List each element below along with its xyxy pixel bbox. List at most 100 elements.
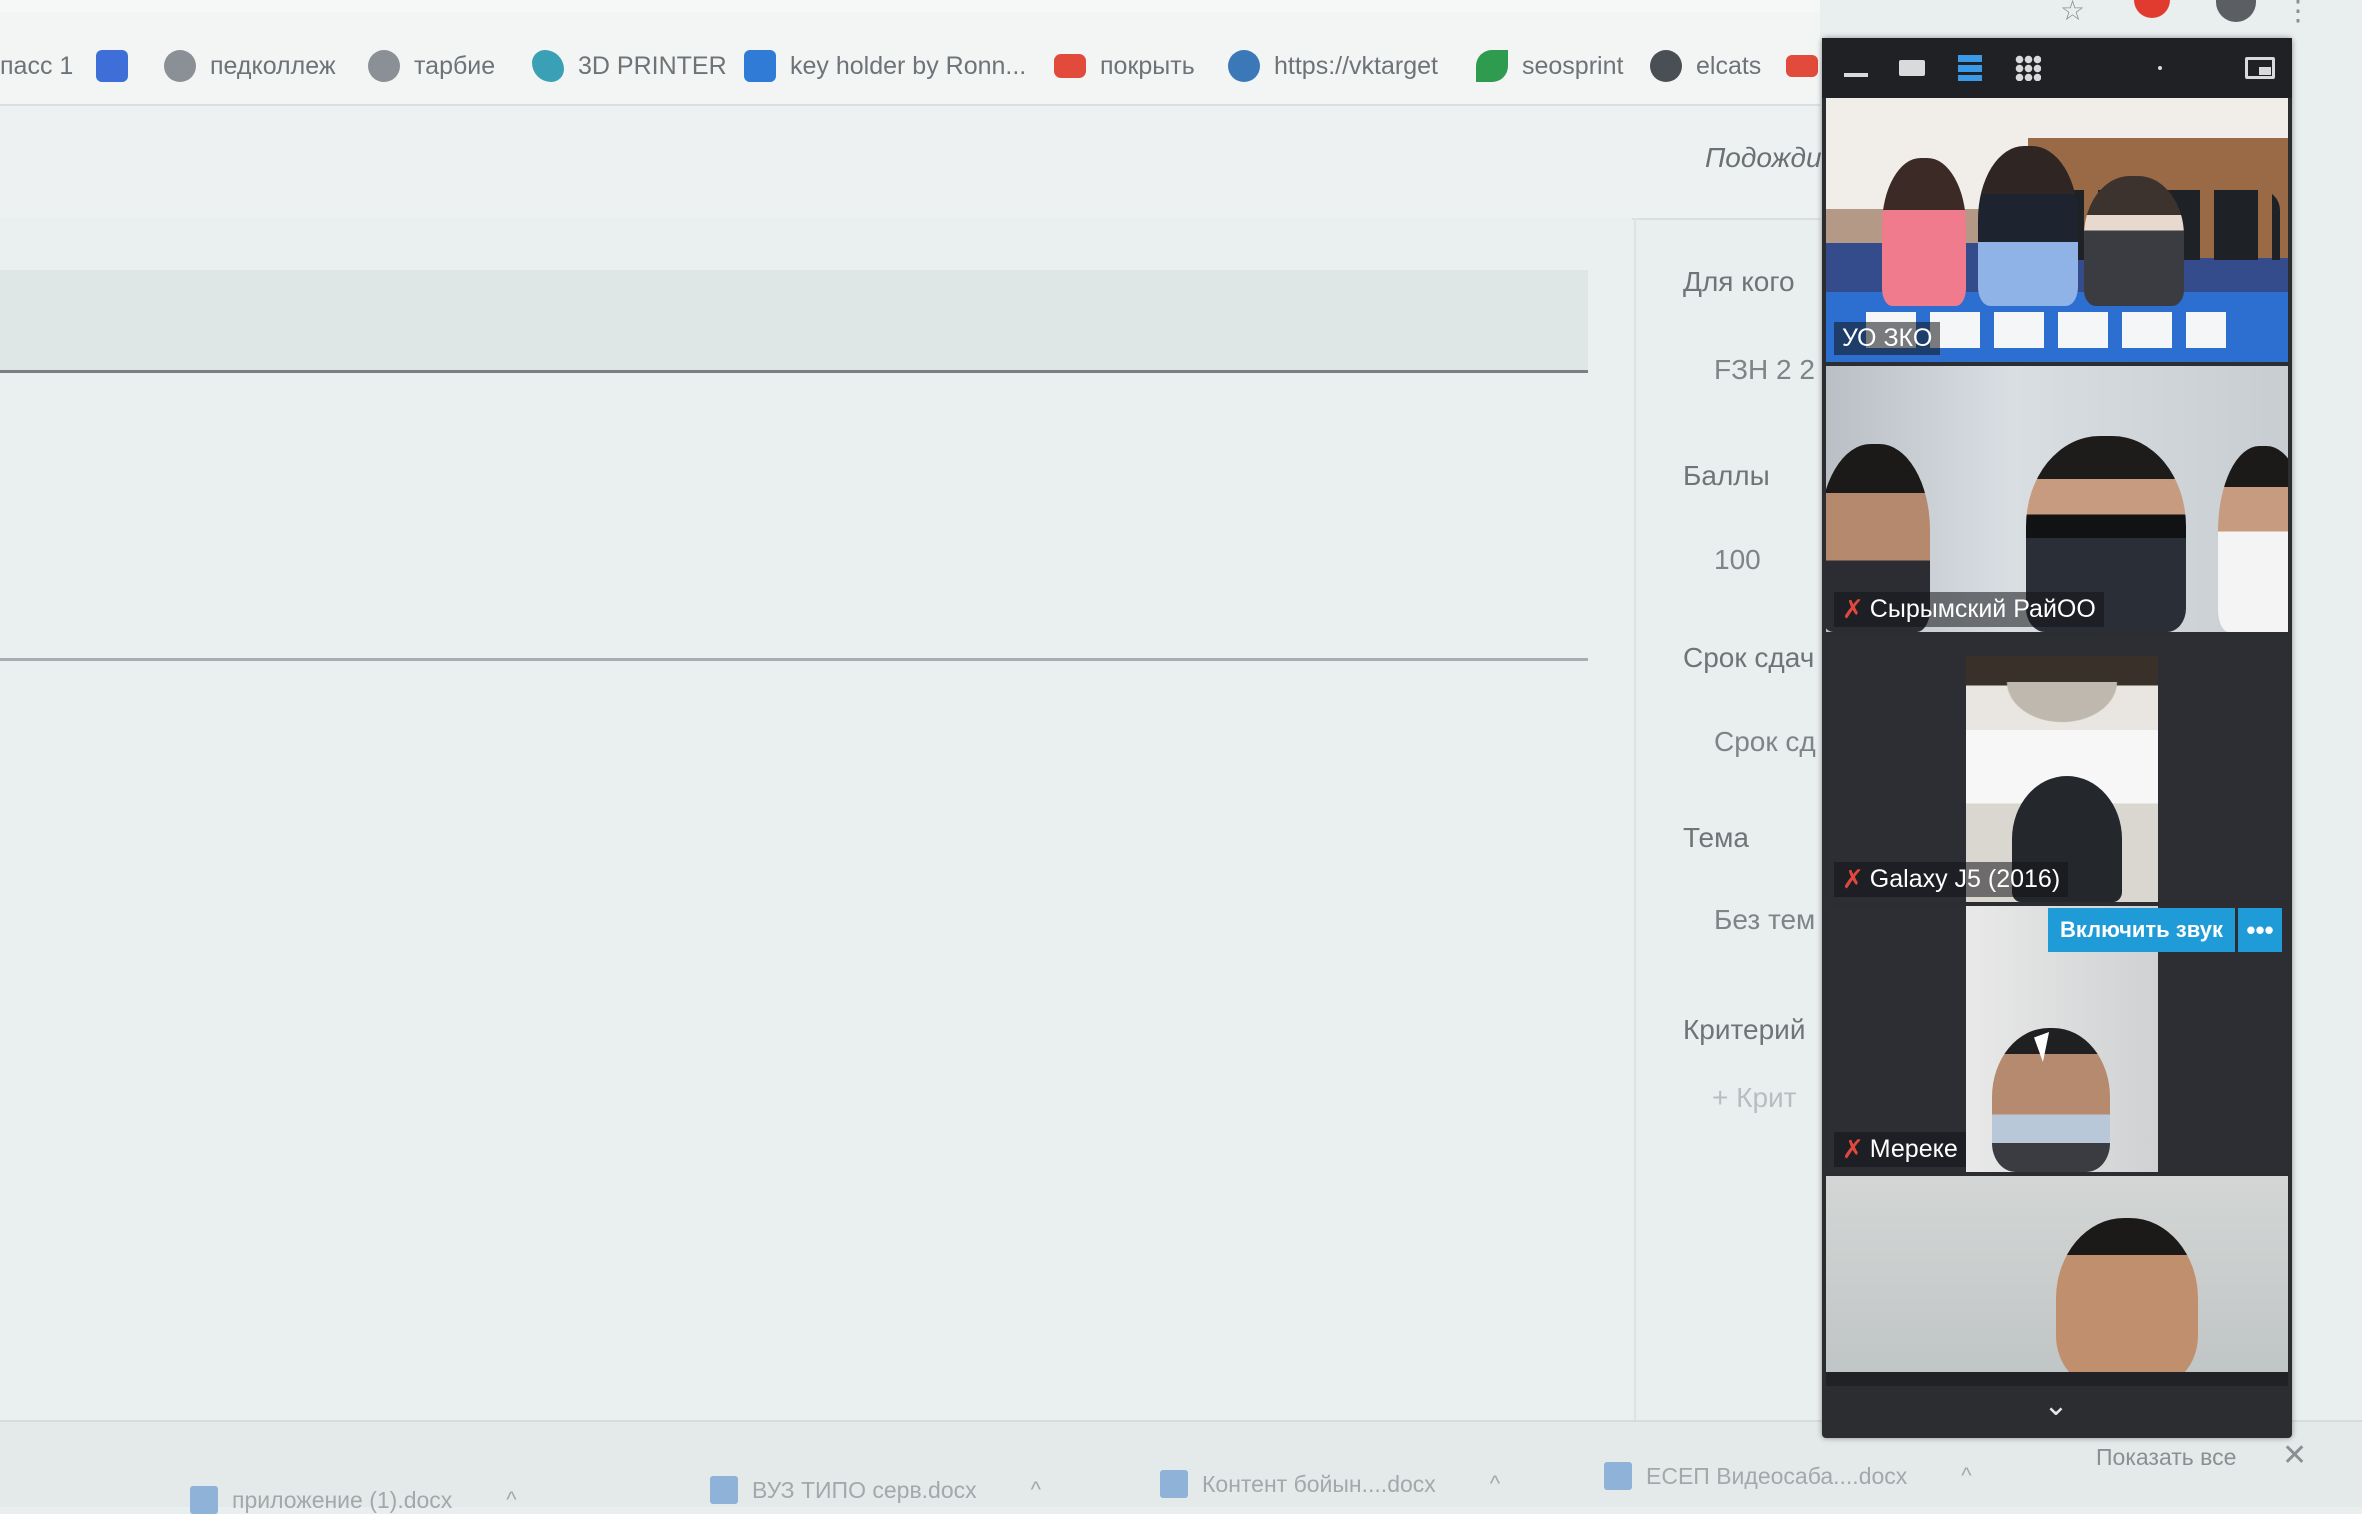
participant-name-label: ✗ Сырымский РайОО [1834, 592, 2104, 627]
points-select[interactable]: 100 [1714, 544, 1761, 576]
mic-muted-icon: ✗ [1842, 1134, 1864, 1164]
bookmark-label: 3D PRINTER [578, 51, 727, 80]
for-whom-select[interactable]: FЗН 2 2 [1714, 354, 1815, 386]
participant-video-tile[interactable]: УО ЗКО [1826, 98, 2288, 362]
minimize-icon[interactable] [1836, 50, 1876, 86]
participant-person [2218, 446, 2288, 632]
due-label: Срок сдач [1683, 642, 1815, 673]
elcats-icon [1650, 50, 1682, 82]
download-item[interactable]: ВУЗ ТИПО серв.docx ^ [710, 1476, 1041, 1504]
bookmark-pedcollege[interactable]: педколлеж [164, 46, 336, 86]
browser-top-strip [0, 0, 1820, 12]
window-curtain [1966, 682, 2158, 752]
download-filename: ЕСЕП Видеосаба....docx [1646, 1462, 1908, 1489]
assignment-editor [0, 218, 1632, 1468]
bookmark-tarbie[interactable]: тарбие [368, 46, 495, 86]
due-select[interactable]: Срок сд [1714, 726, 1816, 758]
bookmark-label: тарбие [414, 51, 496, 80]
bookmark-youtube[interactable] [1786, 46, 1818, 86]
bookmark-label: пасс 1 [0, 51, 74, 80]
word-file-icon [1604, 1462, 1632, 1490]
save-status-text: Подожди [1705, 142, 1822, 173]
tile-list-footer [1826, 1372, 2288, 1386]
assignment-title-input[interactable] [0, 270, 1588, 373]
bookmark-class[interactable]: пасс 1 [0, 46, 73, 86]
participant-name: Сырымский РайОО [1869, 595, 2096, 623]
participant-person [1882, 158, 1966, 306]
participant-name-label: ✗ Мереке [1834, 1132, 1966, 1167]
word-file-icon [190, 1486, 218, 1514]
grid-view-icon[interactable] [2008, 50, 2048, 86]
chevron-up-icon[interactable]: ^ [1031, 1477, 1041, 1503]
youtube-icon [1054, 54, 1086, 78]
participant-name: Galaxy J5 (2016) [1869, 865, 2061, 893]
participant-name-label: УО ЗКО [1834, 322, 1941, 355]
bookmark-label: elcats [1696, 51, 1762, 80]
participant-name: УО ЗКО [1842, 324, 1933, 352]
word-file-icon [1160, 1470, 1188, 1498]
download-filename: Контент бойын....docx [1202, 1470, 1436, 1497]
participant-video-tile[interactable]: ✗ Galaxy J5 (2016) [1826, 636, 2288, 902]
download-item[interactable]: приложение (1).docx ^ [190, 1486, 517, 1514]
unmute-button[interactable]: Включить звук [2048, 908, 2235, 952]
bookmark-pokryt[interactable]: покрыть [1054, 46, 1195, 86]
bookmark-seosprint[interactable]: seosprint [1476, 46, 1623, 86]
chevron-up-icon[interactable]: ^ [1490, 1471, 1500, 1497]
bookmark-label: seosprint [1522, 51, 1624, 80]
bookmark-docs[interactable] [96, 46, 128, 86]
assignment-header [0, 106, 1820, 220]
close-downloads-icon[interactable]: ✕ [2282, 1438, 2307, 1473]
pane-divider [1634, 218, 1636, 1468]
bookmark-vktarget[interactable]: https://vktarget [1228, 46, 1438, 86]
topic-label: Тема [1683, 822, 1749, 853]
criteria-label: Критерий [1683, 1014, 1806, 1045]
download-item[interactable]: ЕСЕП Видеосаба....docx ^ [1604, 1462, 1972, 1490]
mic-muted-icon: ✗ [1842, 864, 1864, 894]
participant-name-label: ✗ Galaxy J5 (2016) [1834, 862, 2069, 897]
extension-icon[interactable] [2134, 0, 2170, 18]
for-whom-label: Для кого [1683, 266, 1795, 297]
browser-menu-icon[interactable]: ⋮ [2284, 0, 2312, 26]
bookmark-label: https://vktarget [1274, 51, 1438, 80]
mic-muted-icon: ✗ [1842, 594, 1864, 624]
participant-video-tile[interactable]: ✗ Сырымский РайОО [1826, 366, 2288, 632]
word-file-icon [710, 1476, 738, 1504]
participant-name: Мереке [1869, 1135, 1958, 1163]
thingiverse-icon [744, 50, 776, 82]
list-view-icon[interactable] [1950, 50, 1990, 86]
participant-video-tile[interactable] [1826, 1176, 2288, 1386]
bookmark-label: покрыть [1100, 51, 1195, 80]
participant-person [2084, 176, 2184, 306]
bird-icon [532, 50, 564, 82]
show-all-downloads-button[interactable]: Показать все [2096, 1444, 2236, 1471]
chevron-up-icon[interactable]: ^ [506, 1487, 516, 1513]
download-item[interactable]: Контент бойын....docx ^ [1160, 1470, 1500, 1498]
participant-person [1978, 146, 2078, 306]
chevron-up-icon[interactable]: ^ [1961, 1463, 1971, 1489]
bookmark-elcats[interactable]: elcats [1650, 46, 1761, 86]
participant-face [2056, 1218, 2198, 1386]
bookmarks-bar: пасс 1 педколлеж тарбие 3D PRINTER key h… [0, 12, 1820, 106]
points-label: Баллы [1683, 460, 1770, 491]
site-icon [368, 50, 400, 82]
fullscreen-icon[interactable] [1892, 50, 1932, 86]
bookmark-label: key holder by Ronn... [790, 51, 1027, 80]
download-filename: приложение (1).docx [232, 1486, 453, 1513]
bookmark-star-icon[interactable]: ☆ [2060, 0, 2085, 26]
dot-icon [2140, 50, 2180, 86]
youtube-icon [1786, 55, 1818, 77]
topic-select[interactable]: Без тем [1714, 904, 1815, 936]
download-filename: ВУЗ ТИПО серв.docx [752, 1476, 977, 1503]
add-criteria-button[interactable]: + Крит [1712, 1082, 1796, 1114]
site-icon [164, 50, 196, 82]
assignment-description-input[interactable] [0, 658, 1588, 661]
profile-avatar[interactable] [2216, 0, 2256, 22]
seosprint-icon [1476, 50, 1508, 82]
bookmark-label: педколлеж [210, 51, 336, 80]
bookmark-key-holder[interactable]: key holder by Ronn... [744, 46, 1026, 86]
more-options-button[interactable]: ••• [2238, 908, 2282, 952]
popout-icon[interactable] [2240, 50, 2280, 86]
chevron-down-icon[interactable]: ⌄ [2036, 1386, 2076, 1426]
globe-icon [1228, 50, 1260, 82]
bookmark-3d-printer[interactable]: 3D PRINTER [532, 46, 727, 86]
